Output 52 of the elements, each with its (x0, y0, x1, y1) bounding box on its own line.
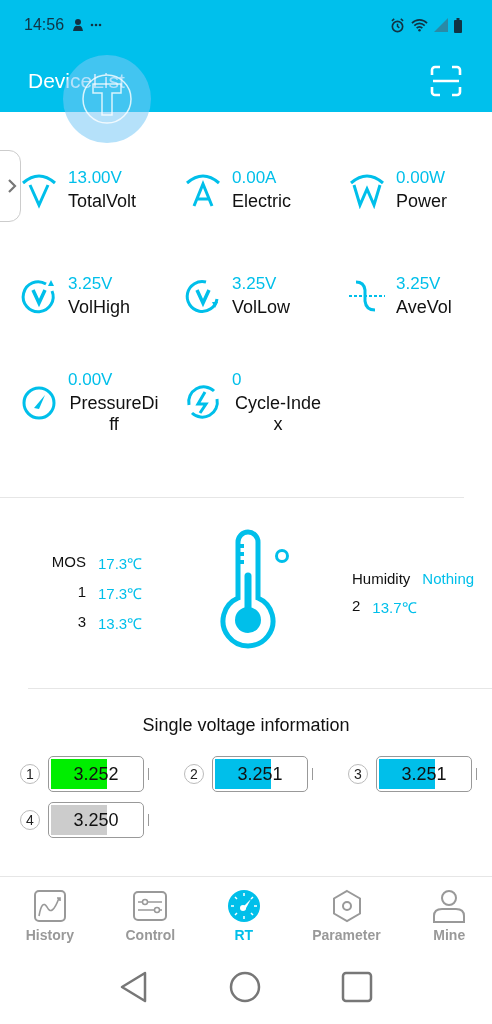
gauge-icon (226, 889, 261, 923)
metric-label: AveVol (396, 297, 452, 318)
person-icon (432, 889, 467, 923)
metric-value: 3.25V (396, 274, 441, 294)
sensor-label: 2 (352, 596, 361, 616)
alarm-icon (390, 17, 405, 33)
more-icon (90, 23, 103, 27)
metric-value: 0.00A (232, 168, 277, 188)
sensor-label: 3 (76, 613, 86, 632)
section-title: Single voltage information (142, 715, 350, 736)
tab[interactable]: Parameter (312, 889, 381, 951)
temperature-value: 13.3℃ (98, 614, 143, 633)
back-icon[interactable] (119, 971, 149, 1003)
tab[interactable]: RT (226, 889, 261, 951)
notification-icon (72, 18, 85, 32)
tab[interactable]: Control (125, 889, 176, 951)
metric-value: 3.25V (232, 274, 277, 294)
tab[interactable]: History (25, 889, 74, 951)
temperature-value: 17.3℃ (98, 554, 143, 573)
metric-label: PressureDiff (68, 392, 160, 435)
sensor-label: 1 (76, 583, 86, 602)
temperature-value: 17.3℃ (98, 584, 143, 603)
metric-label: VolLow (232, 297, 291, 318)
metric-label: VolHigh (68, 297, 131, 318)
arc-letter-icon (20, 171, 58, 209)
lightning-cycle-icon (184, 383, 222, 421)
metric-value: 0 (232, 369, 242, 390)
wifi-icon (411, 18, 428, 32)
signal-icon (434, 18, 448, 32)
metric-value: 13.00V (68, 168, 122, 188)
humidity-label: Humidity (352, 569, 411, 587)
metric-value: 0.00V (68, 369, 113, 390)
cell-voltage: 3.250 (73, 809, 119, 831)
arc-letter-icon (348, 171, 386, 209)
status-time: 14:56 (24, 16, 65, 34)
metric-value: 3.25V (68, 274, 113, 294)
recents-icon[interactable] (341, 971, 373, 1003)
arc-letter-icon (184, 171, 222, 209)
volt-arrow-icon (20, 277, 58, 315)
sliders-icon (133, 889, 168, 923)
metric-value: 0.00W (396, 168, 446, 188)
temperature-value: 13.7℃ (372, 597, 417, 617)
metric-label: Cycle-Index (233, 392, 322, 435)
metric-label: TotalVolt (68, 191, 137, 212)
humidity-value: Nothing (422, 569, 475, 587)
sensor-label: MOS (50, 553, 86, 572)
metric-label: Power (396, 191, 448, 212)
tab[interactable]: Mine (432, 889, 467, 951)
battery-icon (454, 17, 462, 33)
metric-label: Electric (232, 191, 291, 212)
home-icon[interactable] (229, 971, 261, 1003)
chart-icon (32, 889, 67, 923)
